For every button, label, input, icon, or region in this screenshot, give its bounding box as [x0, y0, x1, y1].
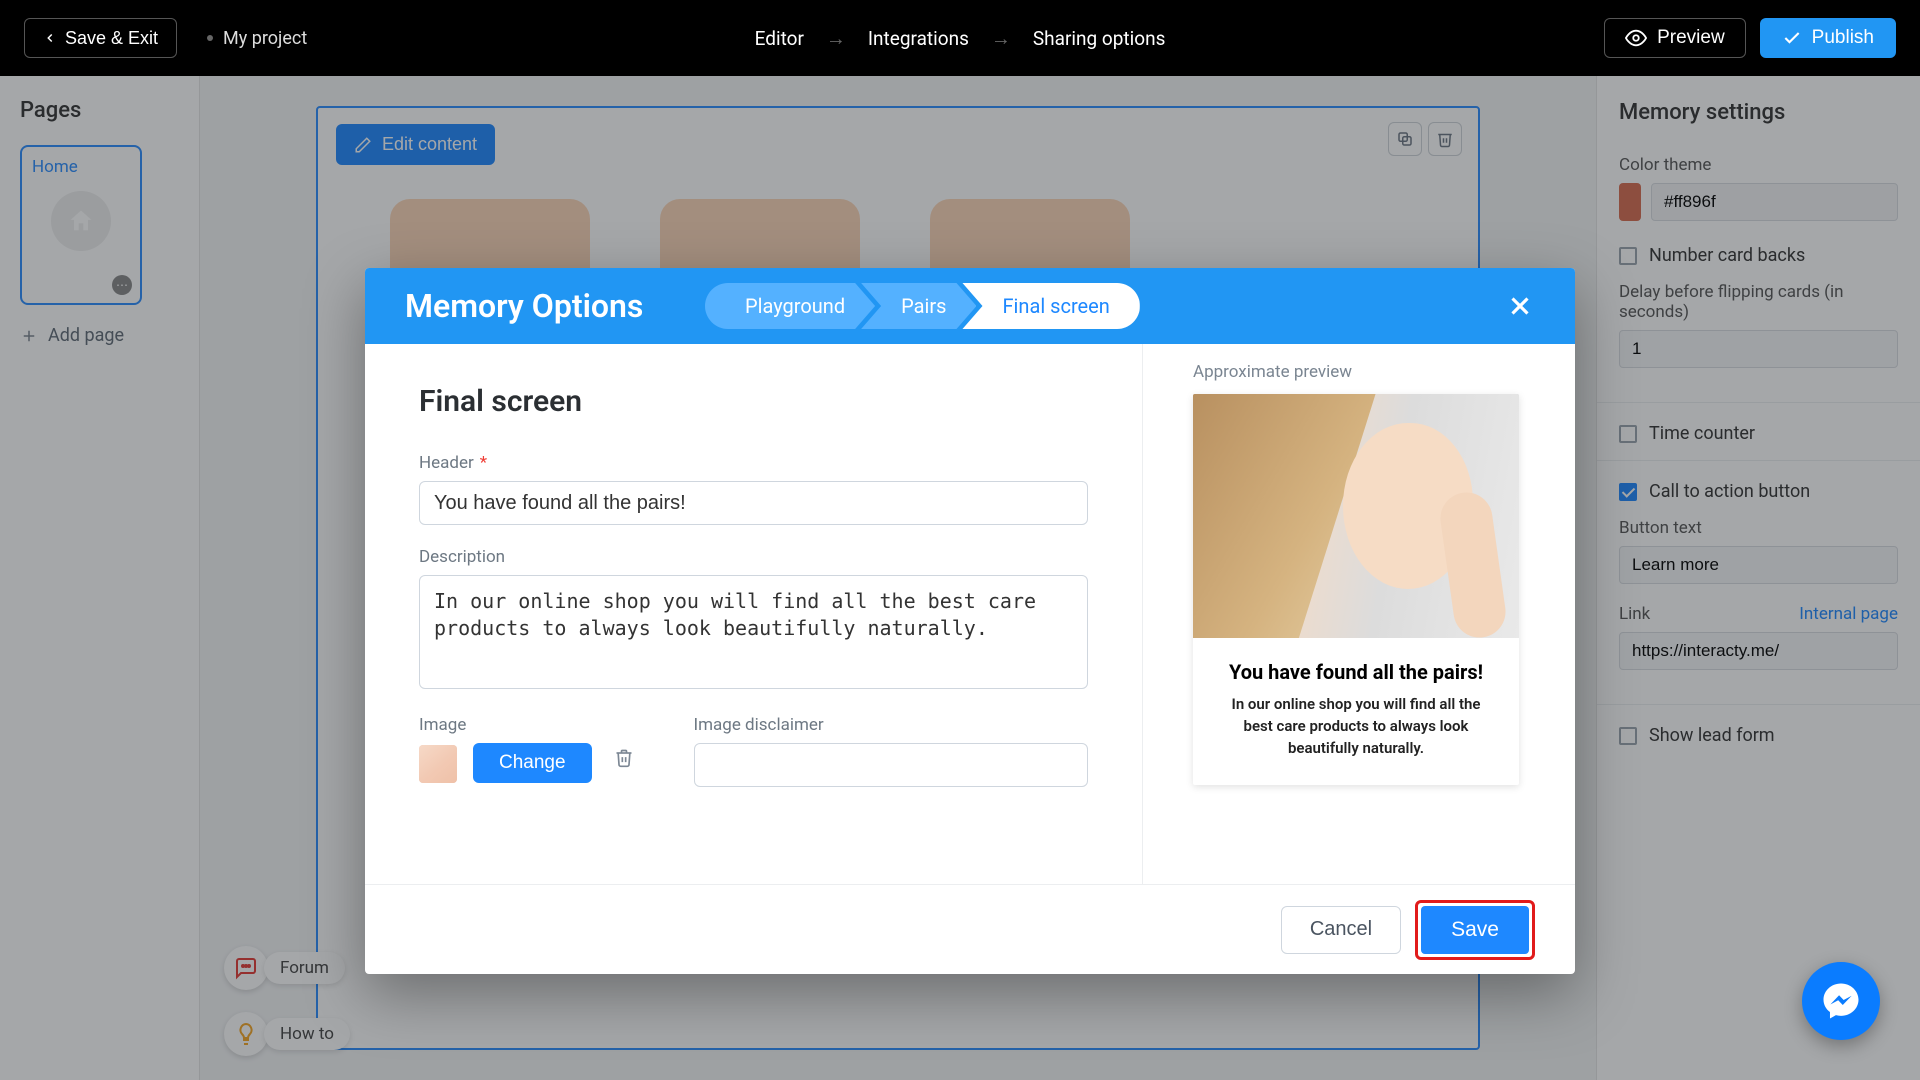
eye-icon: [1625, 27, 1647, 49]
step-integrations[interactable]: Integrations: [868, 27, 969, 50]
publish-button[interactable]: Publish: [1760, 18, 1896, 58]
modal-body: Final screen Header* Description In our …: [365, 344, 1575, 884]
topbar: Save & Exit My project Editor → Integrat…: [0, 0, 1920, 76]
save-exit-label: Save & Exit: [65, 28, 158, 49]
crumb-playground[interactable]: Playground: [705, 283, 875, 329]
save-exit-button[interactable]: Save & Exit: [24, 18, 177, 58]
disclaimer-input[interactable]: [694, 743, 1089, 787]
app-body: Pages Home ⋯ Add page Edit content: [0, 76, 1920, 1080]
step-editor[interactable]: Editor: [755, 27, 804, 50]
messenger-fab[interactable]: [1802, 962, 1880, 1040]
crumb-pairs[interactable]: Pairs: [861, 283, 976, 329]
preview-heading: You have found all the pairs!: [1193, 638, 1519, 694]
change-image-button[interactable]: Change: [473, 743, 592, 783]
save-button[interactable]: Save: [1421, 906, 1529, 954]
modal-breadcrumbs: Playground Pairs Final screen: [705, 283, 1140, 329]
image-field-label: Image: [419, 715, 634, 735]
top-steps: Editor → Integrations → Sharing options: [755, 26, 1166, 51]
description-textarea[interactable]: In our online shop you will find all the…: [419, 575, 1088, 689]
arrow-right-icon: →: [826, 26, 846, 51]
memory-options-modal: Memory Options Playground Pairs Final sc…: [365, 268, 1575, 974]
preview-label: Preview: [1657, 27, 1725, 49]
remove-image-button[interactable]: [614, 748, 634, 768]
chevron-left-icon: [43, 31, 57, 45]
preview-text: In our online shop you will find all the…: [1193, 694, 1519, 785]
arrow-right-icon: →: [991, 26, 1011, 51]
cancel-button[interactable]: Cancel: [1281, 906, 1401, 954]
modal-form: Final screen Header* Description In our …: [365, 344, 1143, 884]
modal-header: Memory Options Playground Pairs Final sc…: [365, 268, 1575, 344]
modal-close-button[interactable]: [1505, 291, 1535, 321]
section-title: Final screen: [419, 384, 1088, 419]
unsaved-dot-icon: [207, 35, 213, 41]
close-icon: [1505, 291, 1535, 321]
preview-button[interactable]: Preview: [1604, 18, 1746, 58]
crumb-final[interactable]: Final screen: [962, 283, 1139, 329]
approx-label: Approximate preview: [1193, 362, 1525, 382]
project-name: My project: [207, 28, 307, 49]
preview-card: You have found all the pairs! In our onl…: [1193, 394, 1519, 785]
disclaimer-field-label: Image disclaimer: [694, 715, 1089, 735]
publish-label: Publish: [1812, 27, 1874, 49]
modal-footer: Cancel Save: [365, 884, 1575, 974]
trash-icon: [614, 748, 634, 768]
step-sharing[interactable]: Sharing options: [1033, 27, 1166, 50]
header-field-label: Header*: [419, 453, 1088, 473]
topbar-right: Preview Publish: [1604, 18, 1896, 58]
modal-preview: Approximate preview You have found all t…: [1143, 344, 1575, 884]
messenger-icon: [1820, 980, 1862, 1022]
description-field-label: Description: [419, 547, 1088, 567]
preview-image: [1193, 394, 1519, 638]
image-thumbnail[interactable]: [419, 745, 457, 783]
header-input[interactable]: [419, 481, 1088, 525]
check-icon: [1782, 28, 1802, 48]
project-name-label: My project: [223, 28, 307, 49]
save-button-highlight: Save: [1415, 900, 1535, 960]
modal-title: Memory Options: [405, 287, 705, 325]
